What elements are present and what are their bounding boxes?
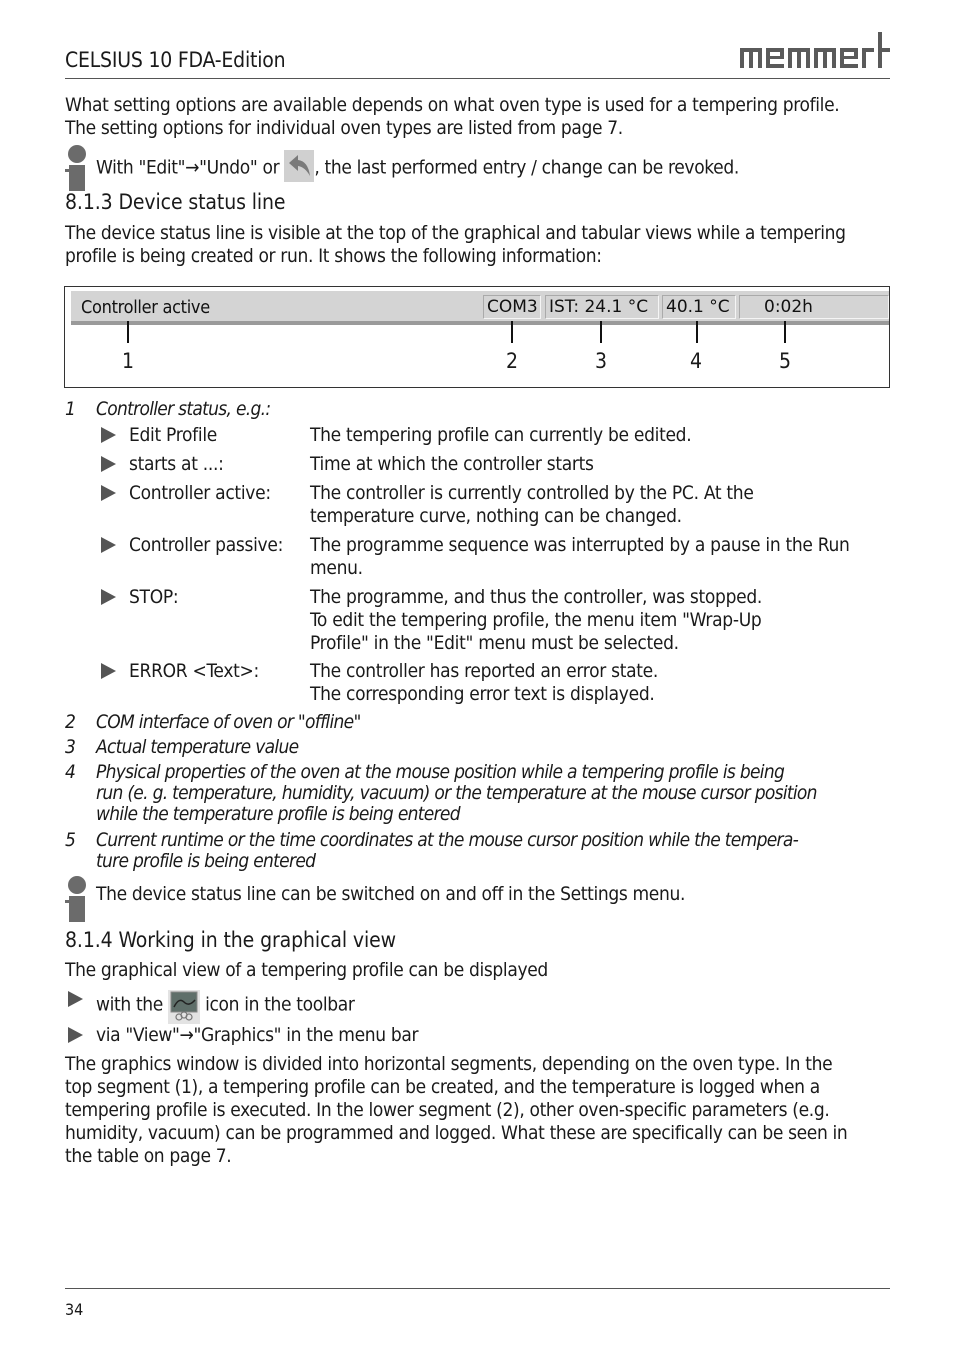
bullet-toolbar-icon: with the icon in the toolbar [96,988,355,1024]
paragraph-line: the table on page 7. [65,1145,232,1167]
legend-text-2: COM interface of oven or "offline" [96,711,361,733]
bullet-toolbar-text-after: icon in the toolbar [205,993,355,1016]
desc-line: Time at which the controller starts [310,453,594,475]
bullet-arrow-icon [101,456,116,472]
bullet-arrow-icon [101,663,116,679]
bullet-arrow-icon [101,589,116,605]
legend-number-3: 3 [65,736,76,758]
state-term-controller-passive: Controller passive: [129,534,284,556]
paragraph-line: tempering profile is executed. In the lo… [65,1099,830,1121]
status-line-note: The device status line can be switched o… [96,883,686,905]
legend-number-5: 5 [65,829,76,851]
state-desc-starts-at: Time at which the controller starts [310,453,890,476]
state-term-stop: STOP: [129,586,179,608]
callout-line-5 [784,321,786,343]
callout-line-3 [600,321,602,343]
section-heading-814: 8.1.4 Working in the graphical view [65,928,396,952]
info-icon [65,876,89,922]
legend-line: run (e. g. temperature, humidity, vacuum… [96,782,818,804]
desc-line: The programme, and thus the controller, … [310,586,763,608]
legend-line: ture profile is being entered [96,850,316,872]
paragraph-line: humidity, vacuum) can be programmed and … [65,1122,848,1144]
bullet-arrow-icon [101,485,116,501]
callout-number-3: 3 [595,349,608,373]
desc-line: The controller has reported an error sta… [310,660,659,682]
desc-line: temperature curve, nothing can be change… [310,505,682,527]
desc-line: To edit the tempering profile, the menu … [310,609,762,631]
callout-line-1 [127,321,129,343]
undo-arrow-icon [284,150,315,182]
header-divider [65,78,890,79]
legend-line: Current runtime or the time coordinates … [96,829,799,851]
callout-line-2 [511,321,513,343]
document-title: CELSIUS 10 FDA-Edition [65,48,286,72]
desc-line: menu. [310,557,363,579]
footer-divider [65,1288,890,1289]
desc-line: The tempering profile can currently be e… [310,424,692,446]
state-term-error: ERROR <Text>: [129,660,260,682]
desc-line: Profile" in the "Edit" menu must be sele… [310,632,679,654]
intro-line-1: What setting options are available depen… [65,94,840,116]
state-desc-stop: The programme, and thus the controller, … [310,586,890,655]
desc-line: The controller is currently controlled b… [310,482,754,504]
device-status-bar: Controller active COM3 IST: 24.1 °C 40.1… [71,291,889,325]
legend-number-4: 4 [65,761,76,783]
legend-line: while the temperature profile is being e… [96,803,461,825]
section-813-para-line-2: profile is being created or run. It show… [65,245,602,267]
com-port-field: COM3 [483,295,541,319]
legend-line: Physical properties of the oven at the m… [96,761,785,783]
paragraph-line: The graphics window is divided into hori… [65,1053,833,1075]
state-desc-edit-profile: The tempering profile can currently be e… [310,424,890,447]
device-status-line-diagram: Controller active COM3 IST: 24.1 °C 40.1… [64,286,890,388]
paragraph-line: top segment (1), a tempering profile can… [65,1076,820,1098]
bullet-arrow-icon [68,1027,83,1043]
state-desc-error: The controller has reported an error sta… [310,660,890,706]
section-814-paragraph: The graphics window is divided into hori… [65,1053,848,1168]
intro-line-2: The setting options for individual oven … [65,117,623,139]
legend-text-1: Controller status, e.g.: [96,398,271,420]
state-desc-controller-passive: The programme sequence was interrupted b… [310,534,890,580]
mouse-position-value-field: 40.1 °C [662,295,736,319]
memmert-logo [740,32,890,68]
callout-number-1: 1 [122,349,135,373]
legend-number-1: 1 [65,398,76,420]
section-814-intro: The graphical view of a tempering profil… [65,959,548,981]
callout-number-5: 5 [779,349,792,373]
desc-line: The programme sequence was interrupted b… [310,534,850,556]
bullet-arrow-icon [68,991,83,1007]
graphics-view-icon [168,990,201,1024]
state-term-starts-at: starts at ...: [129,453,224,475]
info-icon [65,145,89,191]
bullet-arrow-icon [101,427,116,443]
page-number: 34 [65,1300,84,1319]
legend-text-4: Physical properties of the oven at the m… [96,761,818,825]
callout-number-2: 2 [506,349,519,373]
bullet-menu-bar: via "View"→"Graphics" in the menu bar [96,1024,419,1046]
legend-text-5: Current runtime or the time coordinates … [96,829,799,872]
state-desc-controller-active: The controller is currently controlled b… [310,482,890,528]
state-term-edit-profile: Edit Profile [129,424,217,446]
section-813-para-line-1: The device status line is visible at the… [65,222,846,244]
runtime-field: 0:02h [739,295,889,319]
section-heading-813: 8.1.3 Device status line [65,190,286,214]
legend-text-3: Actual temperature value [96,736,299,758]
callout-line-4 [696,321,698,343]
undo-note-text-after: , the last performed entry / change can … [314,156,739,179]
actual-temperature-field: IST: 24.1 °C [545,295,659,319]
state-term-controller-active: Controller active: [129,482,271,504]
desc-line: The corresponding error text is displaye… [310,683,655,705]
legend-number-2: 2 [65,711,76,733]
bullet-toolbar-text-before: with the [96,993,163,1016]
controller-status-field: Controller active [81,297,210,318]
undo-note: With "Edit"→"Undo" or , the last perform… [96,150,739,184]
bullet-arrow-icon [101,537,116,553]
undo-note-text-before: With "Edit"→"Undo" or [96,156,280,179]
callout-number-4: 4 [690,349,703,373]
